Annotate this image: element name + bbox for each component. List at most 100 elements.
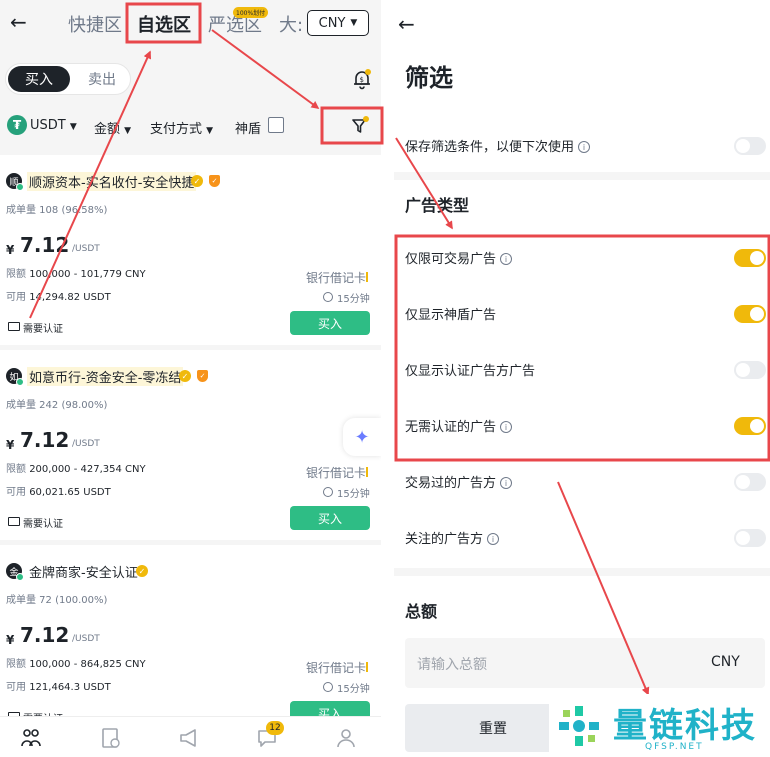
section-divider <box>394 568 770 576</box>
option-toggle[interactable] <box>734 249 766 267</box>
tab-custom[interactable]: 自选区 <box>137 11 191 37</box>
currency-symbol: ¥ <box>6 633 15 647</box>
ai-assistant-sparkle-icon[interactable]: ✦ <box>343 418 381 456</box>
pay-time: 15分钟 <box>337 489 370 500</box>
option-label: 仅显示神盾广告 <box>405 304 496 323</box>
tab-big[interactable]: 大: <box>279 11 301 37</box>
option-row: 关注的广告方 i <box>394 520 770 556</box>
profile-icon[interactable] <box>335 727 357 749</box>
total-heading: 总额 <box>405 602 438 621</box>
merchant-name[interactable]: 顺源资本-实名收付-安全快捷 <box>27 172 197 191</box>
option-toggle[interactable] <box>734 305 766 323</box>
option-text: 关注的广告方 <box>405 532 484 547</box>
order-count: 成单量 242 (98.00%) <box>6 400 108 411</box>
ad-card[interactable]: 如 如意币行-资金安全-零冻结 ✓ ✓ 成单量 242 (98.00%) ¥ 7… <box>0 350 381 540</box>
limit-value: 100,000 - 864,825 CNY <box>29 659 146 670</box>
hot-badge: 100%划付 <box>233 7 269 18</box>
info-icon[interactable]: i <box>500 421 513 433</box>
filter-screen: ← 筛选 保存筛选条件，以便下次使用 i 广告类型 仅限可交易广告 i 仅显示神盾广… <box>394 0 770 757</box>
option-toggle[interactable] <box>734 529 766 547</box>
tab-quick[interactable]: 快捷区 <box>68 11 122 37</box>
back-arrow-icon[interactable]: ← <box>398 12 415 36</box>
price-unit: /USDT <box>72 634 100 644</box>
back-arrow-icon[interactable]: ← <box>10 10 27 34</box>
payment-color-bar <box>366 272 368 282</box>
buy-tab[interactable]: 买入 <box>8 66 70 92</box>
info-icon[interactable]: i <box>500 253 513 265</box>
payment-method: 银行借记卡 <box>306 661 367 675</box>
save-filter-text: 保存筛选条件，以便下次使用 <box>405 140 575 155</box>
info-icon[interactable]: i <box>487 533 500 545</box>
payment-filter[interactable]: 支付方式 ▼ <box>150 118 213 137</box>
id-card-icon <box>8 517 20 526</box>
merchant-name[interactable]: 如意币行-资金安全-零冻结 <box>27 367 184 386</box>
avatar: 金 <box>6 563 24 581</box>
unread-badge: 12 <box>266 721 284 735</box>
limit: 限额 100,000 - 864,825 CNY <box>6 655 146 670</box>
limit-label: 限额 <box>6 659 26 670</box>
id-card-icon <box>8 322 20 331</box>
info-icon[interactable]: i <box>578 141 591 153</box>
page-title: 筛选 <box>405 64 453 92</box>
currency-select-label: CNY <box>318 15 346 31</box>
orders-icon[interactable] <box>100 727 122 749</box>
bottom-nav <box>0 716 381 757</box>
kyc-required: 需要认证 <box>23 324 63 335</box>
save-filter-row: 保存筛选条件，以便下次使用 i <box>394 128 770 164</box>
price: 7.12 <box>20 623 70 647</box>
available: 可用 14,294.82 USDT <box>6 288 111 303</box>
option-row: 仅显示神盾广告 <box>394 296 770 332</box>
option-row: 仅限可交易广告 i <box>394 240 770 276</box>
option-text: 仅显示认证广告方广告 <box>405 364 536 379</box>
buy-button[interactable]: 买入 <box>290 506 370 530</box>
buy-button[interactable]: 买入 <box>290 311 370 335</box>
option-toggle[interactable] <box>734 361 766 379</box>
total-amount-input[interactable]: 请输入总额 CNY <box>405 638 765 688</box>
currency-symbol: ¥ <box>6 438 15 452</box>
asset-filter[interactable]: USDT ▼ <box>30 118 77 133</box>
available-value: 60,021.65 USDT <box>29 487 111 498</box>
limit-value: 100,000 - 101,779 CNY <box>29 269 146 280</box>
currency-select[interactable]: CNY ▼ <box>307 10 369 36</box>
ad-card[interactable]: 金 金牌商家-安全认证 ✓ 成单量 72 (100.00%) ¥ 7.12 /U… <box>0 545 381 735</box>
order-count: 成单量 72 (100.00%) <box>6 595 108 606</box>
clock-icon <box>323 682 333 692</box>
option-text: 仅显示神盾广告 <box>405 308 497 323</box>
available-label: 可用 <box>6 682 26 693</box>
kyc-required: 需要认证 <box>23 519 63 530</box>
amount-placeholder: 请输入总额 <box>417 657 487 673</box>
verified-badge-icon: ✓ <box>136 565 148 577</box>
limit-value: 200,000 - 427,354 CNY <box>29 464 146 475</box>
clock-icon <box>323 292 333 302</box>
option-row: 交易过的广告方 i <box>394 464 770 500</box>
usdt-icon: ₮ <box>7 115 27 135</box>
available: 可用 60,021.65 USDT <box>6 483 111 498</box>
payment-color-bar <box>366 662 368 672</box>
asset-filter-label: USDT <box>30 118 66 133</box>
amount-currency: CNY <box>711 654 740 670</box>
filter-funnel-icon[interactable] <box>350 116 370 136</box>
avatar: 如 <box>6 368 24 386</box>
payment-method: 银行借记卡 <box>306 271 367 285</box>
clock-icon <box>323 487 333 497</box>
shield-checkbox[interactable] <box>268 117 284 133</box>
save-filter-toggle[interactable] <box>734 137 766 155</box>
verified-badge-icon: ✓ <box>179 370 191 382</box>
merchant-name[interactable]: 金牌商家-安全认证 <box>27 562 140 581</box>
info-icon[interactable]: i <box>500 477 513 489</box>
sell-tab[interactable]: 卖出 <box>76 66 128 92</box>
chevron-down-icon: ▼ <box>69 122 77 132</box>
shield-filter-label: 神盾 <box>235 122 262 137</box>
pay-time: 15分钟 <box>337 684 370 695</box>
option-label: 仅限可交易广告 i <box>405 248 513 267</box>
option-label: 关注的广告方 i <box>405 528 500 547</box>
bell-icon[interactable]: $ <box>352 68 372 90</box>
p2p-users-icon[interactable] <box>20 727 42 749</box>
watermark-name: 量链科技 <box>613 706 757 746</box>
megaphone-icon[interactable] <box>178 727 200 749</box>
ad-card[interactable]: 顺 顺源资本-实名收付-安全快捷 ✓ ✓ 成单量 108 (96.58%) ¥ … <box>0 155 381 345</box>
amount-filter[interactable]: 金额 ▼ <box>94 118 131 137</box>
option-toggle[interactable] <box>734 473 766 491</box>
option-toggle[interactable] <box>734 417 766 435</box>
payment-filter-label: 支付方式 <box>150 122 203 137</box>
